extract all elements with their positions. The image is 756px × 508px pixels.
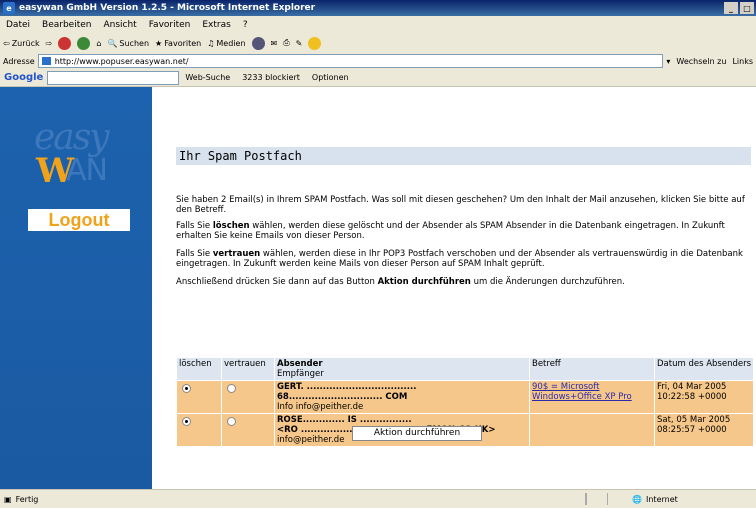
edit-icon: ✎ <box>295 38 303 48</box>
window-title: easywan GmbH Version 1.2.5 - Microsoft I… <box>19 3 316 13</box>
logout-button[interactable]: Logout <box>28 209 130 231</box>
globe-icon: 🌐 <box>632 494 642 504</box>
forward-button[interactable]: ⇨ <box>46 39 53 48</box>
logo-text-an: AN <box>66 153 108 188</box>
star-icon: ★ <box>155 38 163 48</box>
address-bar: Adresse http://www.popuser.easywan.net/ … <box>0 53 756 70</box>
address-input[interactable]: http://www.popuser.easywan.net/ <box>37 54 664 68</box>
page-title: Ihr Spam Postfach <box>176 147 751 165</box>
trust-radio[interactable] <box>227 384 236 393</box>
home-icon: ⌂ <box>96 38 102 48</box>
subject-link[interactable]: 90$ = Microsoft Windows+Office XP Pro <box>532 382 632 402</box>
mail-button[interactable]: ✉ <box>271 39 278 48</box>
action-button[interactable]: Aktion durchführen <box>352 426 482 441</box>
col-delete: löschen <box>176 357 222 381</box>
trust-explanation: Falls Sie vertrauen wählen, werden diese… <box>176 249 743 269</box>
zone-text: Internet <box>646 494 678 504</box>
history-icon <box>251 36 265 50</box>
date-cell: Sat, 05 Mar 2005 08:25:57 +0000 <box>654 413 754 447</box>
col-subject: Betreff <box>529 357 655 381</box>
col-trust: vertrauen <box>221 357 275 381</box>
back-arrow-icon: ⇦ <box>3 38 10 48</box>
delete-explanation: Falls Sie löschen wählen, werden diese g… <box>176 221 725 241</box>
menu-extras[interactable]: Extras <box>202 20 230 30</box>
links-button[interactable]: Links <box>732 57 753 66</box>
refresh-icon <box>77 36 91 50</box>
table-row: GERT. ..................................… <box>176 380 754 414</box>
menu-help[interactable]: ? <box>243 20 248 30</box>
status-bar: ▣ Fertig 🌐 Internet <box>0 489 756 508</box>
address-dropdown-icon[interactable]: ▾ <box>666 57 670 66</box>
subject-cell: 90$ = Microsoft Windows+Office XP Pro <box>529 380 655 414</box>
edit-button[interactable]: ✎ <box>296 39 303 48</box>
trust-radio-cell <box>221 413 275 447</box>
home-button[interactable]: ⌂ <box>96 39 101 48</box>
action-explanation: Anschließend drücken Sie dann auf das Bu… <box>176 277 625 287</box>
col-date: Datum des Absenders <box>654 357 754 381</box>
mail-icon: ✉ <box>270 38 278 48</box>
delete-radio[interactable] <box>182 384 191 393</box>
delete-radio[interactable] <box>182 417 191 426</box>
menu-ansicht[interactable]: Ansicht <box>103 20 136 30</box>
col-sender: Absender Empfänger <box>274 357 530 381</box>
minimize-button[interactable]: _ <box>724 2 738 14</box>
messenger-icon <box>308 36 322 50</box>
media-icon: ♫ <box>207 38 215 48</box>
sender-cell: GERT. ..................................… <box>274 380 530 414</box>
menu-bearbeiten[interactable]: Bearbeiten <box>42 20 91 30</box>
stop-button[interactable] <box>58 36 72 50</box>
easywan-logo: easy W AN <box>30 117 130 192</box>
popup-blocker-button[interactable]: 3233 blockiert <box>242 73 300 82</box>
go-button[interactable]: Wechseln zu <box>676 57 726 66</box>
print-icon: ⎙ <box>283 38 290 47</box>
google-websearch-button[interactable]: Web-Suche <box>185 73 230 82</box>
toolbar: ⇦ Zurück ⇨ ⌂ 🔍 Suchen ★ Favoriten ♫ Medien ✉… <box>0 33 756 54</box>
google-search-input[interactable] <box>47 70 180 85</box>
table-header: löschen vertrauen Absender Empfänger Betr… <box>176 357 754 381</box>
address-label: Adresse <box>3 56 35 66</box>
favorites-button[interactable]: ★ Favoriten <box>155 39 201 48</box>
history-button[interactable] <box>251 36 265 50</box>
trust-radio[interactable] <box>227 417 236 426</box>
menu-favoriten[interactable]: Favoriten <box>149 20 191 30</box>
date-cell: Fri, 04 Mar 2005 10:22:58 +0000 <box>654 380 754 414</box>
print-button[interactable]: ⎙ <box>283 38 289 48</box>
menu-bar: Datei Bearbeiten Ansicht Favoriten Extra… <box>0 16 756 34</box>
forward-arrow-icon: ⇨ <box>45 38 53 48</box>
main-content: Ihr Spam Postfach Sie haben 2 Email(s) i… <box>152 87 756 489</box>
search-button[interactable]: 🔍 Suchen <box>107 39 149 48</box>
status-text: Fertig <box>15 494 39 504</box>
maximize-button[interactable]: □ <box>740 2 754 14</box>
google-toolbar: Google Web-Suche 3233 blockiert Optionen <box>0 69 756 87</box>
google-options-button[interactable]: Optionen <box>312 73 349 82</box>
search-icon: 🔍 <box>107 38 118 48</box>
refresh-button[interactable] <box>77 36 91 50</box>
google-logo[interactable]: Google <box>4 72 43 83</box>
intro-text: Sie haben 2 Email(s) in Ihrem SPAM Postf… <box>176 195 745 215</box>
trust-radio-cell <box>221 380 275 414</box>
title-bar: e easywan GmbH Version 1.2.5 - Microsoft… <box>0 0 756 16</box>
menu-datei[interactable]: Datei <box>6 20 30 30</box>
page-icon: ▣ <box>4 494 12 504</box>
media-button[interactable]: ♫ Medien <box>207 39 245 48</box>
sidebar: easy W AN Logout <box>0 87 152 489</box>
messenger-button[interactable] <box>308 36 322 50</box>
back-button[interactable]: ⇦ Zurück <box>3 39 40 48</box>
delete-radio-cell <box>176 380 222 414</box>
subject-cell <box>529 413 655 447</box>
window-controls: _ □ <box>724 2 756 14</box>
ie-icon: e <box>3 2 15 14</box>
delete-radio-cell <box>176 413 222 447</box>
stop-icon <box>58 36 72 50</box>
